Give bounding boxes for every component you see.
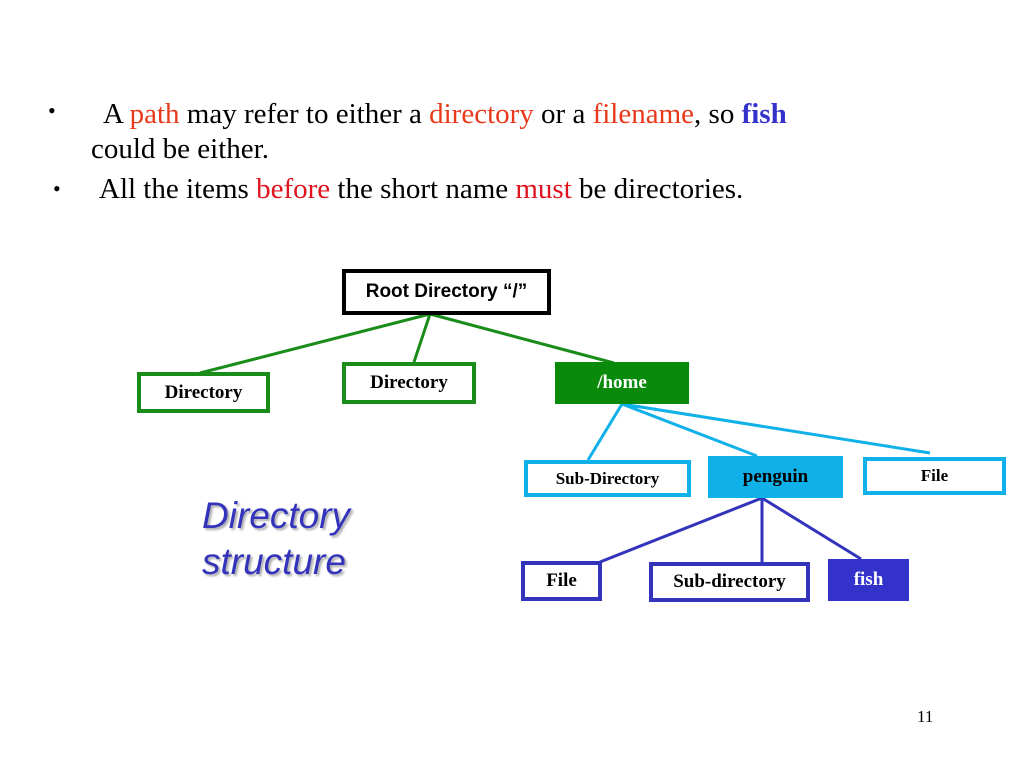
node-file-penguin: File: [521, 561, 602, 601]
node-file-home: File: [863, 457, 1006, 495]
connector-root-home: [429, 312, 615, 365]
node-root-directory: Root Directory “/”: [342, 269, 551, 315]
caption-line-2: structure: [202, 541, 346, 582]
caption-line-1: Directory: [202, 495, 351, 536]
page-number: 11: [917, 707, 934, 726]
node-directory-2: Directory: [342, 362, 476, 404]
connector-penguin-fish: [761, 496, 862, 561]
node-directory-1: Directory: [137, 372, 270, 413]
connector-home-file: [621, 402, 931, 455]
connector-home-penguin: [621, 402, 758, 458]
node-home: /home: [555, 362, 689, 404]
connector-home-subdir: [586, 403, 624, 461]
connector-penguin-file: [599, 496, 763, 564]
node-penguin: penguin: [708, 456, 843, 498]
connector-root-dir2: [412, 313, 432, 363]
node-fish: fish: [828, 559, 909, 601]
node-sub-directory: Sub-Directory: [524, 460, 691, 497]
node-sub-directory-penguin: Sub-directory: [649, 562, 810, 602]
